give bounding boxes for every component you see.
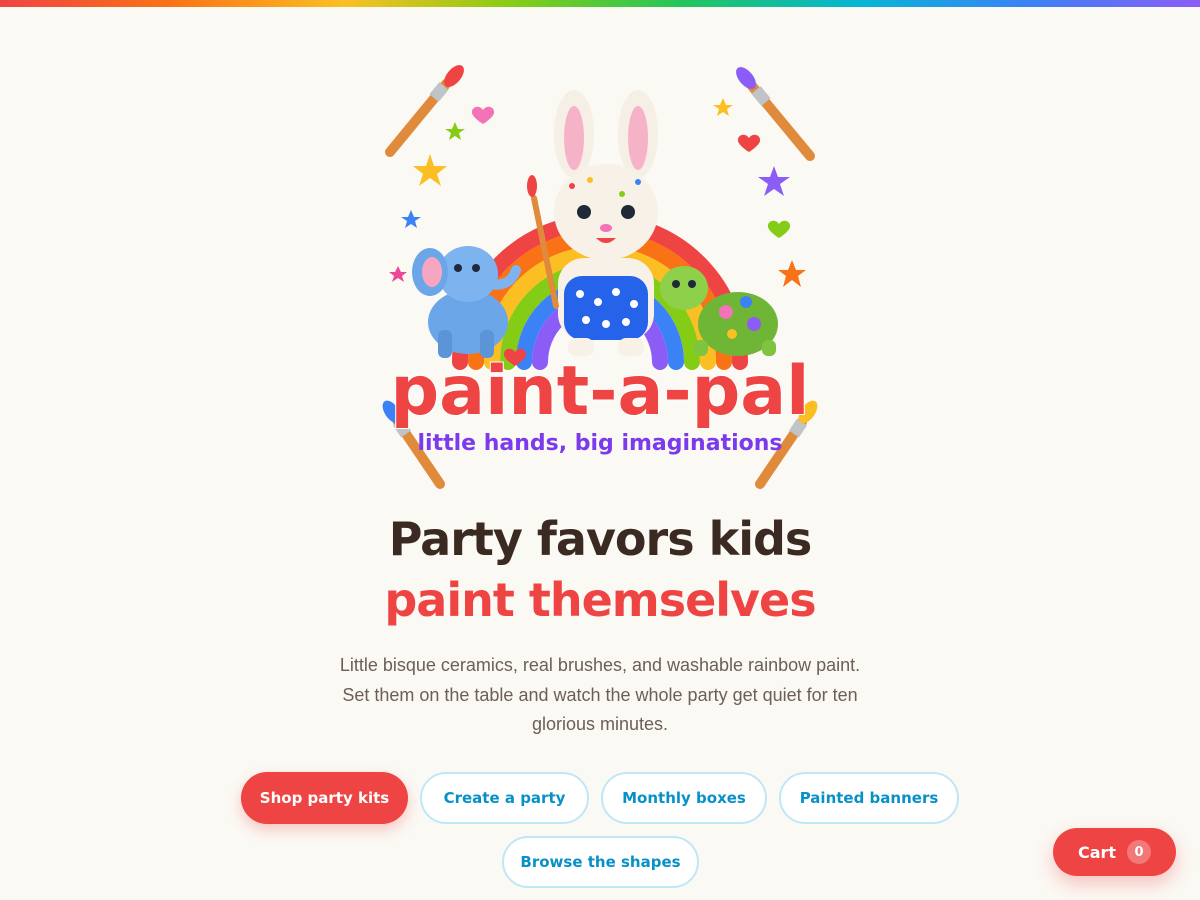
paintbrush-icon — [385, 65, 464, 157]
shop-party-kits-label: Shop party kits — [259, 789, 390, 807]
create-a-party-button[interactable]: Create a party — [420, 772, 589, 824]
logo-wordmark: paint-a-pal — [391, 352, 810, 431]
logo-tagline: little hands, big imaginations — [418, 431, 783, 456]
shop-party-kits-button[interactable]: Shop party kits — [241, 772, 408, 824]
cart-label: Cart — [1077, 842, 1117, 862]
browse-the-shapes-label: Browse the shapes — [520, 853, 681, 871]
cart-count-badge: 0 — [1127, 840, 1152, 864]
painted-banners-button[interactable]: Painted banners — [779, 772, 959, 824]
monthly-boxes-button[interactable]: Monthly boxes — [601, 772, 767, 824]
paint-a-pal-logo-illustration: paint-a-pal little hands, big imaginatio… — [382, 65, 818, 489]
painted-banners-label: Painted banners — [799, 789, 939, 807]
browse-the-shapes-button[interactable]: Browse the shapes — [502, 836, 699, 888]
hero-headline-line1: Party favors kids — [388, 512, 813, 566]
hero-headline-line2: paint themselves — [384, 573, 816, 627]
hero-subtext: Little bisque ceramics, real brushes, an… — [339, 655, 861, 734]
create-a-party-label: Create a party — [443, 789, 566, 807]
top-rainbow-stripe — [0, 0, 1200, 7]
cart-button[interactable]: Cart 0 — [1053, 828, 1176, 876]
monthly-boxes-label: Monthly boxes — [622, 789, 746, 807]
